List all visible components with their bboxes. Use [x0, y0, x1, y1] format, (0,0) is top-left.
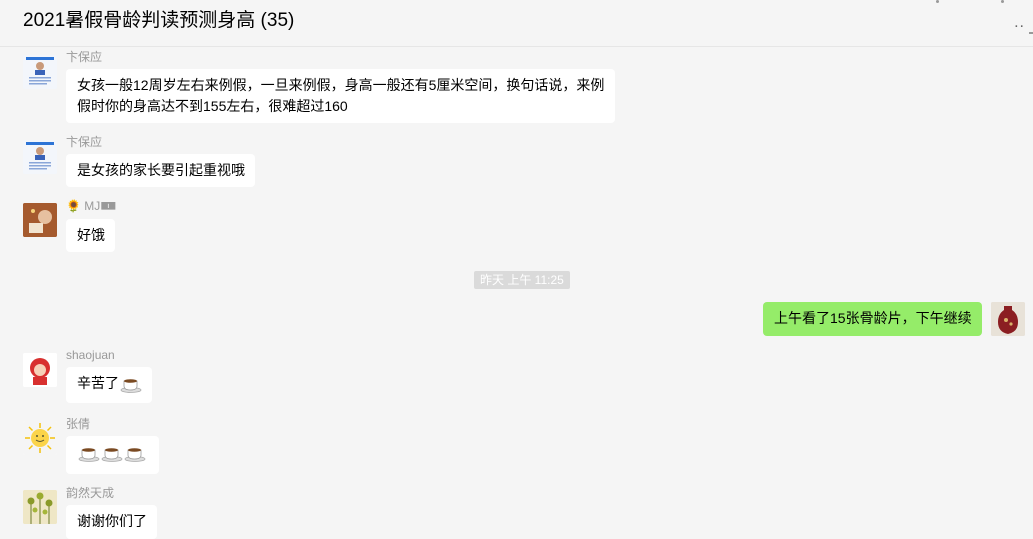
message-bubble[interactable]: 好饿: [66, 219, 115, 252]
avatar-image: [23, 140, 57, 174]
sender-name: 张倩: [66, 417, 91, 431]
avatar[interactable]: [23, 490, 57, 524]
avatar[interactable]: [23, 353, 57, 387]
message-line: 女孩一般12周岁左右来例假，一旦来例假，身高一般还有5厘米空间，换句话说，来例: [77, 77, 605, 93]
message-bubble[interactable]: 女孩一般12周岁左右来例假，一旦来例假，身高一般还有5厘米空间，换句话说，来例 …: [66, 69, 615, 123]
coffee-icon: [120, 379, 142, 394]
sender-name: 卞保应: [66, 135, 103, 149]
coffee-icon: [101, 448, 123, 463]
coffee-icon: [78, 448, 100, 463]
chat-title: 2021暑假骨龄判读预测身高 (35): [23, 10, 295, 31]
message-bubble[interactable]: [66, 436, 159, 474]
sender-name: 韵然天成: [66, 486, 115, 500]
more-icon[interactable]: ..: [1014, 14, 1025, 32]
avatar[interactable]: [23, 140, 57, 174]
avatar[interactable]: [23, 203, 57, 237]
window-dot: [1001, 0, 1004, 3]
avatar-image: [991, 302, 1025, 336]
message-text: 辛苦了: [77, 375, 119, 391]
coffee-icon: [124, 448, 146, 463]
chat-header: 2021暑假骨龄判读预测身高 (35) ..: [0, 0, 1033, 47]
avatar[interactable]: [23, 55, 57, 89]
window-dot: [936, 0, 939, 3]
sender-name: 卞保应: [66, 50, 103, 64]
avatar-image: [23, 421, 57, 455]
avatar-image: [23, 353, 57, 387]
own-message-bubble[interactable]: 上午看了15张骨龄片，下午继续: [763, 302, 982, 336]
avatar[interactable]: [23, 421, 57, 455]
message-bubble[interactable]: 谢谢你们了: [66, 505, 157, 539]
sender-name: shaojuan: [66, 348, 115, 362]
scroll-indicator: [1029, 32, 1033, 34]
avatar-image: [23, 490, 57, 524]
avatar-image: [23, 55, 57, 89]
message-bubble[interactable]: 是女孩的家长要引起重视哦: [66, 154, 255, 187]
message-timestamp: 昨天 上午 11:25: [474, 271, 570, 289]
avatar-image: [23, 203, 57, 237]
message-bubble[interactable]: 辛苦了: [66, 367, 152, 403]
my-avatar[interactable]: [991, 302, 1025, 336]
sender-name: 🌻 MJ🀰: [66, 199, 117, 213]
message-line: 假时你的身高达不到155左右，很难超过160: [77, 98, 348, 114]
